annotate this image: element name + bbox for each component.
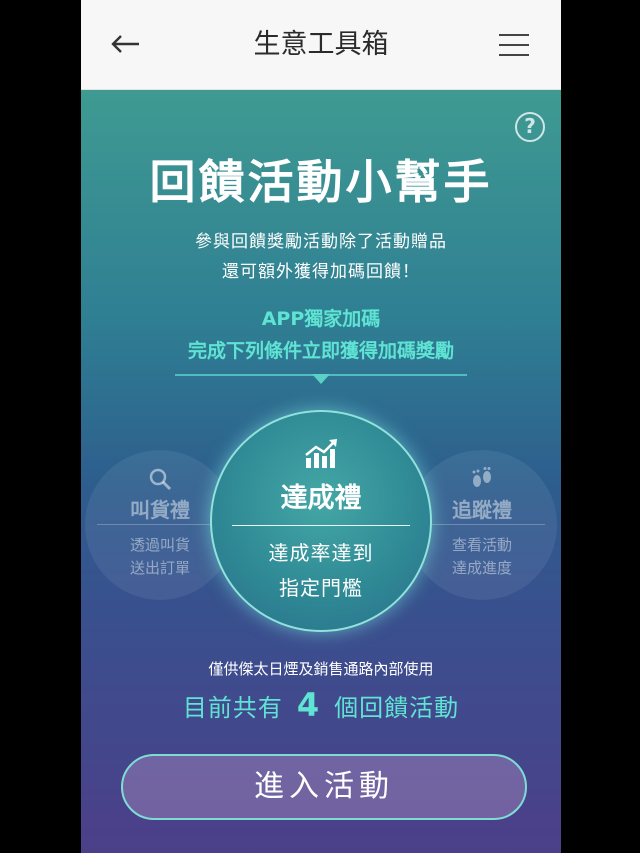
activity-count: 目前共有 4 個回饋活動: [81, 686, 561, 724]
reward-helper-panel: ? 回饋活動小幫手 參與回饋獎勵活動除了活動贈品 還可額外獲得加碼回饋！ APP…: [81, 90, 561, 853]
count-suffix: 個回饋活動: [334, 694, 460, 722]
enter-activity-button[interactable]: 進入活動: [121, 754, 527, 820]
reward-divider: [97, 524, 223, 525]
top-navigation-bar: 生意工具箱: [81, 0, 561, 90]
bonus-condition-label: 完成下列條件立即獲得加碼獎勵: [187, 340, 454, 362]
hamburger-menu-icon[interactable]: [497, 30, 531, 60]
internal-use-note: 僅供傑太日煙及銷售通路內部使用: [208, 660, 434, 678]
help-icon[interactable]: ?: [515, 112, 545, 142]
reward-divider: [232, 525, 410, 526]
subtitle-line-2: 還可額外獲得加碼回饋！: [222, 262, 420, 282]
headline: 回饋活動小幫手: [149, 155, 493, 209]
page-title: 生意工具箱: [253, 29, 389, 60]
subtitle-line-1: 參與回饋獎勵活動除了活動贈品: [195, 232, 447, 252]
reward-achievement-gift[interactable]: 達成禮 達成率達到 指定門檻: [210, 410, 432, 632]
reward-description: 達成率達到 指定門檻: [268, 541, 374, 600]
reward-divider: [419, 524, 545, 525]
reward-label: 達成禮: [280, 483, 362, 514]
divider-pointer: [312, 374, 330, 384]
chart-growth-icon: [212, 438, 430, 474]
count-value: 4: [296, 686, 321, 724]
phone-screen: 生意工具箱 ? 回饋活動小幫手 參與回饋獎勵活動除了活動贈品 還可額外獲得加碼回…: [81, 0, 561, 853]
count-prefix: 目前共有: [182, 694, 283, 722]
app-exclusive-label: APP獨家加碼: [261, 308, 381, 330]
